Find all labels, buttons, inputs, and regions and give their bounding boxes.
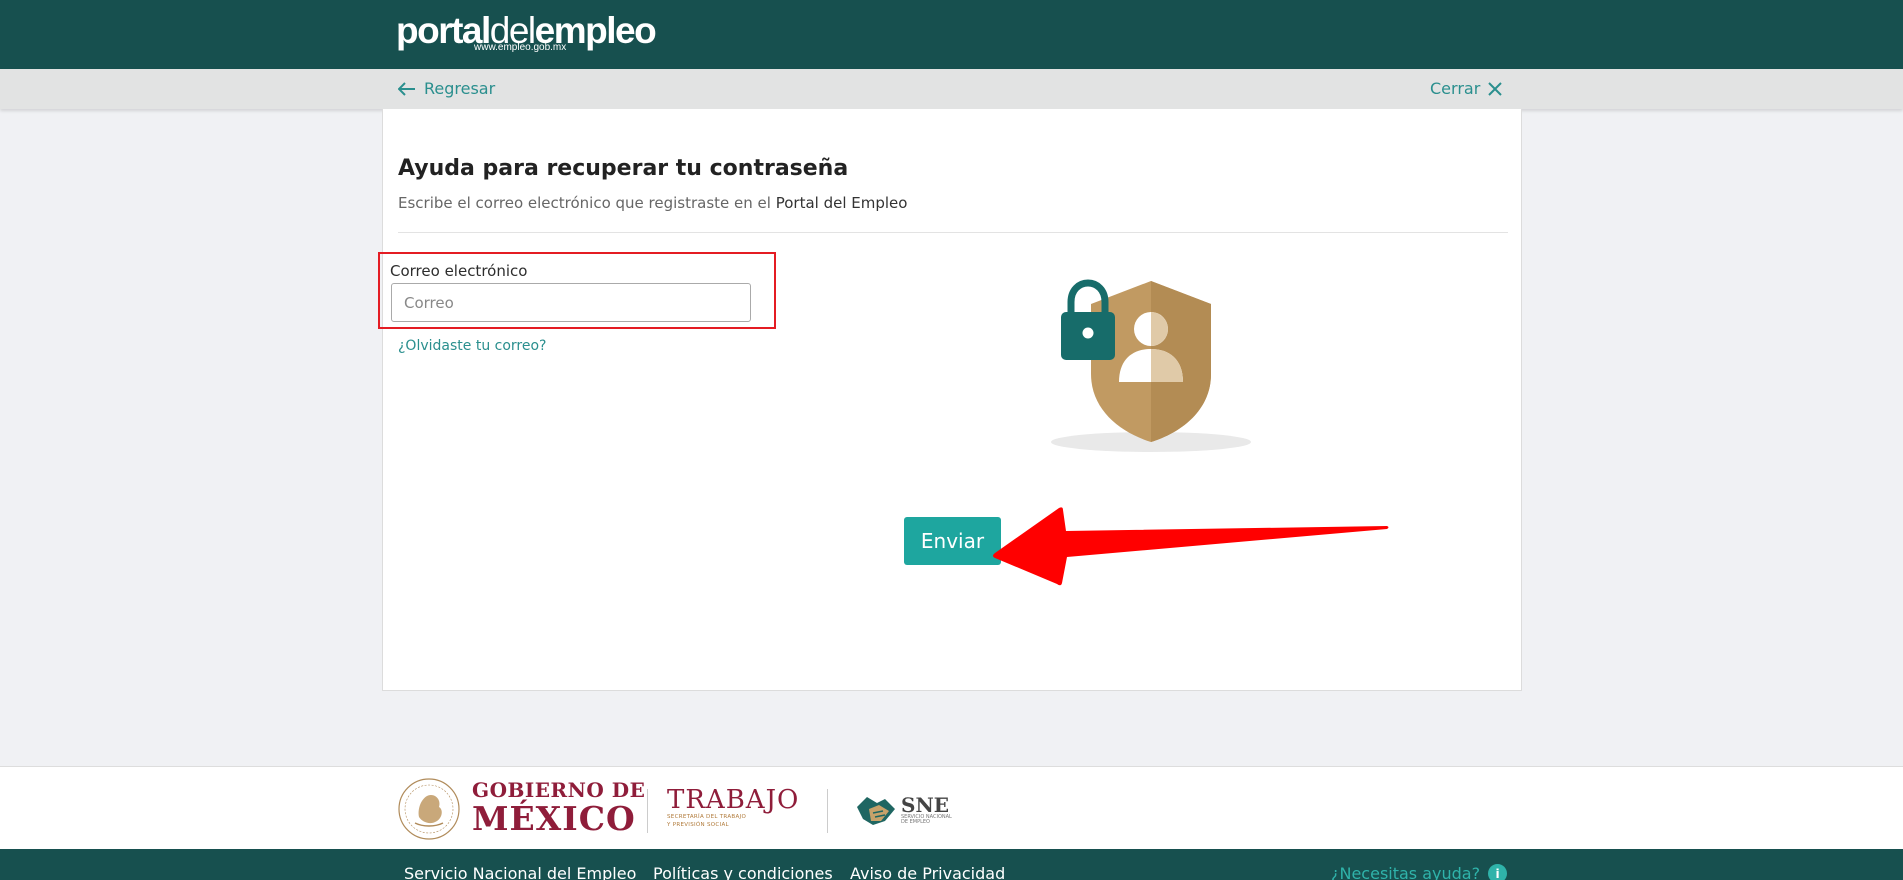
logo-separator: [827, 789, 828, 833]
trabajo-title: TRABAJO: [667, 785, 800, 815]
info-icon: i: [1488, 864, 1508, 880]
email-field-highlight: Correo electrónico: [378, 252, 776, 329]
subtitle-portal-name: Portal del Empleo: [775, 194, 908, 212]
sub-navigation: Regresar Cerrar: [0, 69, 1903, 109]
trabajo-subtitle-2: Y PREVISIÓN SOCIAL: [667, 821, 729, 828]
mexico-seal-icon: [398, 778, 460, 840]
sne-title: SNE: [901, 792, 949, 817]
page-title: Ayuda para recuperar tu contraseña: [398, 156, 849, 181]
email-label: Correo electrónico: [390, 262, 528, 280]
footer-logos: GOBIERNO DE MÉXICO TRABAJO SECRETARÍA DE…: [0, 766, 1903, 849]
footer-link-sne[interactable]: Servicio Nacional del Empleo: [404, 864, 636, 880]
header-bar: portaldelempleo www.empleo.gob.mx: [0, 0, 1903, 69]
handshake-icon: [857, 797, 895, 825]
help-link[interactable]: ¿Necesitas ayuda? i: [1331, 864, 1508, 880]
close-link[interactable]: Cerrar: [1430, 79, 1502, 98]
back-label: Regresar: [424, 79, 496, 98]
gob-line-2: MÉXICO: [472, 799, 636, 838]
page-subtitle: Escribe el correo electrónico que regist…: [398, 194, 907, 212]
forgot-email-link[interactable]: ¿Olvidaste tu correo?: [398, 338, 546, 354]
sne-subtitle-2: DE EMPLEO: [901, 819, 930, 825]
trabajo-subtitle-1: SECRETARÍA DEL TRABAJO: [667, 814, 747, 820]
submit-button[interactable]: Enviar: [904, 517, 1001, 565]
help-label: ¿Necesitas ayuda?: [1331, 864, 1481, 880]
gob-line-1: GOBIERNO DE: [472, 778, 646, 802]
recovery-card: Ayuda para recuperar tu contraseña Escri…: [378, 109, 1522, 691]
security-shield-illustration: [1051, 279, 1251, 452]
close-icon: [1488, 81, 1502, 96]
sne-logo[interactable]: SNE SERVICIO NACIONAL DE EMPLEO: [855, 791, 952, 829]
footer-link-policies[interactable]: Políticas y condiciones: [653, 864, 833, 880]
arrow-left-icon: [398, 81, 415, 96]
trabajo-logo[interactable]: TRABAJO SECRETARÍA DEL TRABAJO Y PREVISI…: [667, 787, 799, 828]
divider: [398, 232, 1508, 233]
email-input[interactable]: [391, 283, 751, 322]
logo-url: www.empleo.gob.mx: [474, 42, 567, 53]
close-label: Cerrar: [1430, 79, 1481, 98]
annotation-arrow: [993, 507, 1389, 586]
subtitle-text: Escribe el correo electrónico que regist…: [398, 194, 776, 212]
logo-separator: [647, 789, 648, 833]
back-link[interactable]: Regresar: [398, 79, 495, 98]
footer-link-privacy[interactable]: Aviso de Privacidad: [850, 864, 1005, 880]
gobierno-mexico-logo[interactable]: GOBIERNO DE MÉXICO: [472, 780, 645, 835]
footer-bar: Servicio Nacional del Empleo Políticas y…: [0, 849, 1903, 880]
